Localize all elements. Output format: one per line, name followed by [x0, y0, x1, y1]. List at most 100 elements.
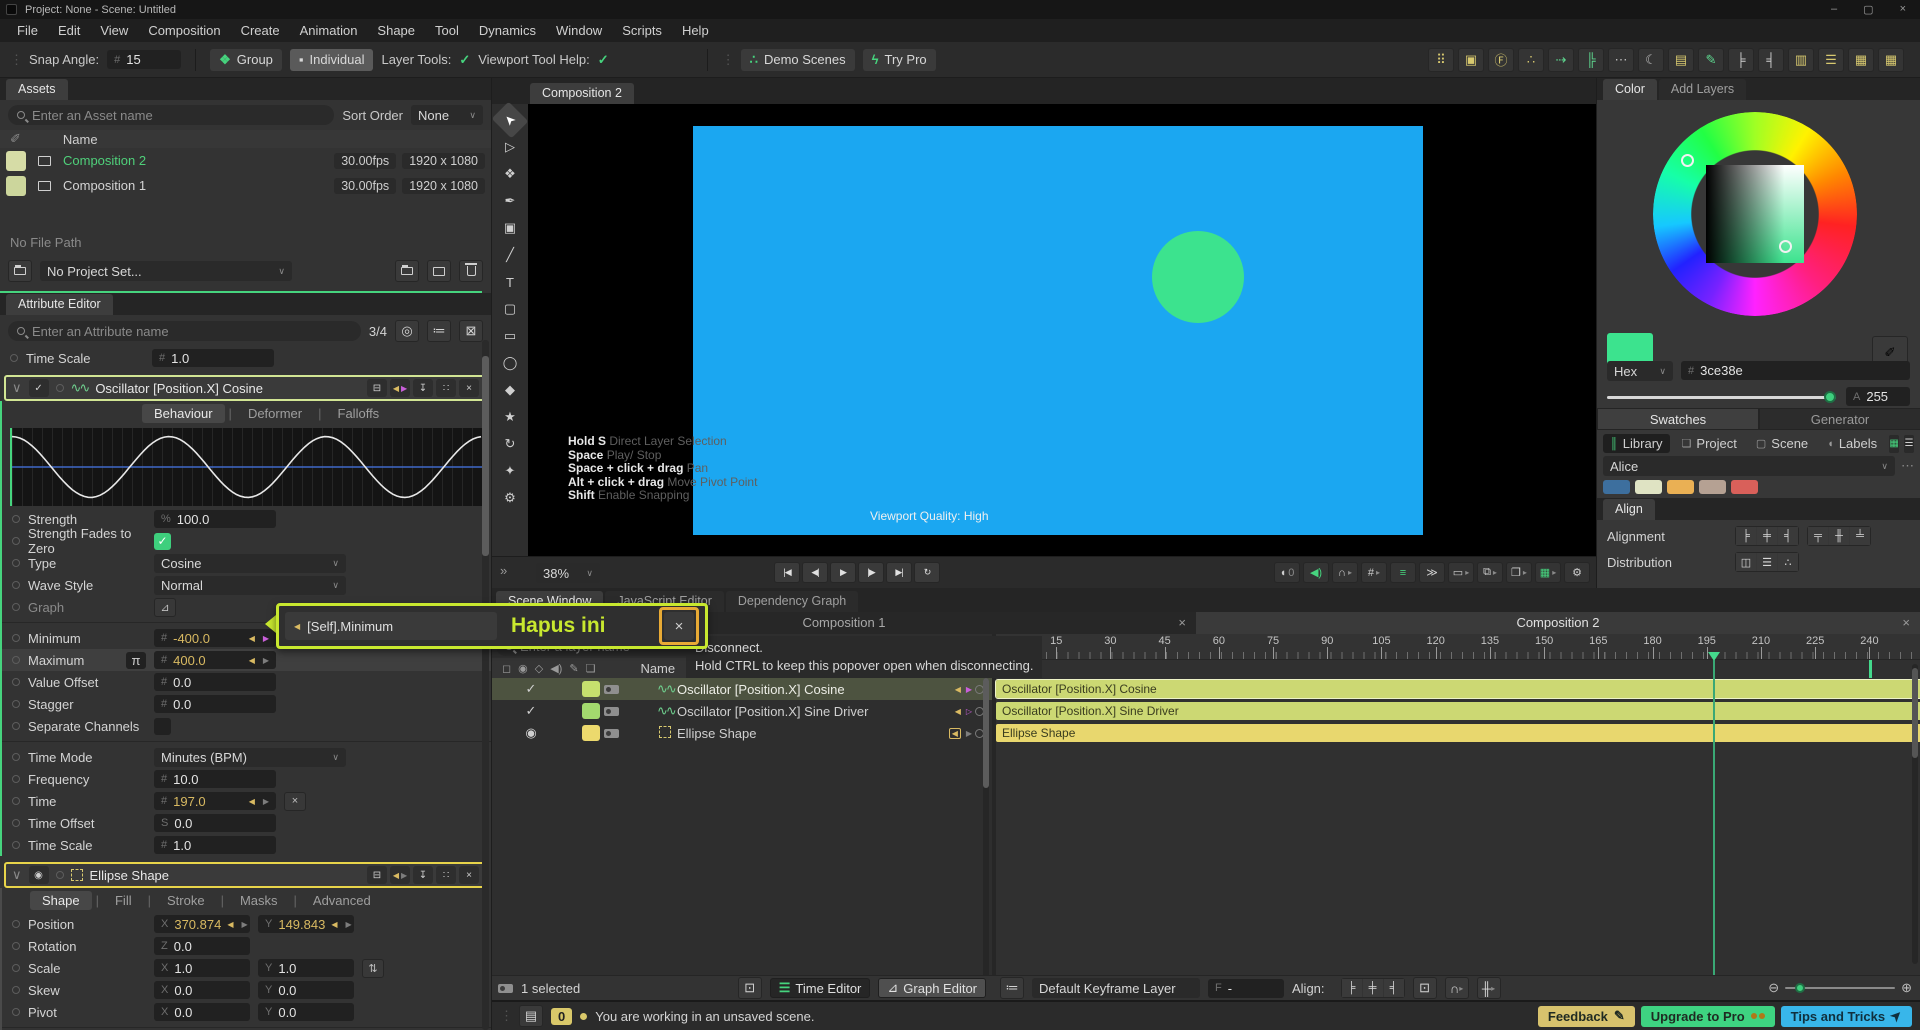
menu-scripts[interactable]: Scripts — [613, 21, 671, 40]
dropdown[interactable]: Minutes (BPM) ∨ — [154, 747, 346, 767]
keyframe-layer-icon[interactable]: ≔ — [1000, 977, 1024, 999]
box-icon[interactable]: ▣ — [1458, 47, 1484, 72]
more-tools-chevron[interactable]: » — [500, 563, 507, 578]
viewport-settings-icon[interactable]: ⚙ — [1564, 562, 1590, 583]
value-field[interactable]: Y 149.843 ◀ ▶ — [258, 915, 354, 933]
toolbar-grip-2[interactable]: ⋮ — [722, 52, 735, 68]
scatter-icon[interactable]: ∴ — [1518, 47, 1544, 72]
grid-icon[interactable]: ▦ — [1848, 47, 1874, 72]
tab-assets[interactable]: Assets — [6, 79, 68, 100]
statusbar-grip[interactable]: ⋮ — [500, 1008, 513, 1024]
viewport-tab-composition-2[interactable]: Composition 2 — [530, 83, 634, 104]
keyframe-dot[interactable] — [55, 384, 64, 392]
layer-row[interactable]: ✓ ∿∿ Oscillator [Position.X] Sine Driver ◀ ▷ — [492, 700, 992, 722]
grid-overlay-icon[interactable]: # ▸ — [1361, 562, 1387, 583]
close-button[interactable]: × — [1900, 3, 1906, 16]
console-count-badge[interactable]: 0 — [551, 1007, 573, 1025]
asset-color-swatch[interactable] — [6, 175, 26, 196]
folder-icon[interactable] — [395, 260, 419, 282]
columns-icon[interactable]: ▥ — [1788, 47, 1814, 72]
time-editor-button[interactable]: ☰ Time Editor — [769, 978, 871, 998]
dots-grid-icon[interactable]: ⠿ — [1428, 47, 1454, 72]
direct-select-tool-icon[interactable]: ▷ — [496, 135, 524, 159]
stack-icon[interactable]: ⧉ ▸ — [1477, 562, 1503, 583]
settings-tool-icon[interactable]: ⚙ — [496, 486, 524, 510]
keyframe-dot[interactable] — [12, 559, 20, 567]
keyframe-prev-icon[interactable]: ◀ — [227, 920, 233, 929]
color-mode-dropdown[interactable]: Hex ∨ — [1607, 361, 1673, 381]
value-field[interactable]: #10.0 — [154, 770, 276, 788]
tab-composition-2[interactable]: Composition 2 × — [1196, 612, 1920, 634]
scrollbar[interactable] — [1912, 664, 1918, 964]
text-tool-icon[interactable]: T — [496, 270, 524, 294]
connection-popover[interactable]: ◀ [Self].Minimum Hapus ini × — [276, 603, 708, 649]
tab-color[interactable]: Color — [1603, 79, 1657, 100]
clear-search-icon[interactable]: ⊠ — [459, 320, 483, 342]
keyframe-dot[interactable] — [12, 775, 20, 783]
layout-icon[interactable]: ≡ — [1390, 562, 1416, 583]
picker-icon[interactable]: ✎ — [569, 662, 578, 675]
tab-align[interactable]: Align — [1603, 499, 1655, 520]
frame-field[interactable]: F- — [1208, 978, 1284, 998]
select-tool-icon[interactable]: ➤ — [491, 101, 529, 139]
timeline-bar[interactable]: Ellipse Shape — [996, 724, 1920, 742]
pen-icon[interactable]: ✎ — [1698, 47, 1724, 72]
scrollbar[interactable] — [983, 678, 989, 978]
toolbar-grip[interactable]: ⋮ — [10, 52, 23, 68]
camera-tool-icon[interactable]: ▣ — [496, 216, 524, 240]
keyframe-dot[interactable] — [12, 678, 20, 686]
tips-and-tricks-button[interactable]: Tips and Tricks ➤ — [1780, 1005, 1912, 1027]
value-field[interactable]: #400.0 ◀ ▶ — [154, 651, 276, 669]
value-field[interactable]: X 370.874 ◀ ▶ — [154, 915, 250, 933]
palette-swatch[interactable] — [1667, 480, 1694, 494]
align-icon[interactable]: ╧ — [1850, 527, 1870, 545]
pi-badge[interactable]: π — [126, 651, 146, 669]
asset-row[interactable]: Composition 2 30.00fps 1920 x 1080 — [0, 148, 491, 173]
layer-row[interactable]: ◉ Ellipse Shape ◀ ▶ — [492, 722, 992, 744]
ellipsis-icon[interactable]: ⋯ — [1608, 47, 1634, 72]
sort-order-dropdown[interactable]: None ∨ — [411, 105, 483, 125]
value-field[interactable]: #197.0 ◀ ▶ — [154, 792, 276, 810]
chevron-down-icon[interactable]: ∨ — [12, 867, 22, 883]
color-wheel[interactable] — [1653, 112, 1857, 316]
dock-icon[interactable]: ⊡ — [737, 977, 762, 999]
value-field[interactable]: X 0.0 — [154, 981, 250, 999]
keyframe-dot[interactable] — [12, 581, 20, 589]
menu-edit[interactable]: Edit — [49, 21, 89, 40]
value-field[interactable]: # -400.0 ◀ ▶ — [154, 629, 276, 647]
keyframe-prev-icon[interactable]: ◀ — [948, 727, 961, 739]
box-select-icon[interactable]: ⊡ — [1412, 977, 1437, 999]
align-right-icon[interactable]: ╡ — [1758, 47, 1784, 72]
loop-button[interactable]: ↻ — [914, 562, 940, 583]
checker-icon[interactable]: ▦ ▸ — [1535, 562, 1561, 583]
lock-icon[interactable]: ◻ — [502, 662, 511, 675]
frame-f-icon[interactable]: Ⓕ — [1488, 47, 1514, 72]
value-field[interactable]: #1.0 — [152, 349, 274, 367]
timeline-bar[interactable]: Oscillator [Position.X] Cosine — [995, 679, 1920, 699]
menu-view[interactable]: View — [91, 21, 137, 40]
polygon-tool-icon[interactable]: ◆ — [496, 378, 524, 402]
keyframe-dot[interactable] — [12, 603, 20, 611]
tab-deformer[interactable]: Deformer — [236, 404, 314, 423]
tab-behaviour[interactable]: Behaviour — [142, 404, 225, 423]
ruler-icon[interactable]: ▤ — [1668, 47, 1694, 72]
feedback-button[interactable]: Feedback ✎ — [1537, 1005, 1635, 1027]
keyframe-dot[interactable] — [12, 515, 20, 523]
keyframe-dot[interactable] — [12, 986, 20, 994]
connected-attribute-field[interactable]: ◀ [Self].Minimum — [285, 612, 497, 640]
duplicate-icon[interactable]: ❐ ▸ — [1506, 562, 1532, 583]
keyframe-layer-dropdown[interactable]: Default Keyframe Layer — [1032, 978, 1200, 998]
bounds-icon[interactable]: ▭ ▸ — [1448, 562, 1474, 583]
pen-tool-icon[interactable]: ✒ — [496, 189, 524, 213]
frame-tag-icon[interactable]: ◖ 0 — [1274, 562, 1300, 583]
value-field[interactable]: #1.0 — [154, 836, 276, 854]
snap-icon[interactable]: ∩ ▸ — [1444, 977, 1469, 999]
frame-icon[interactable] — [427, 260, 451, 282]
visibility-icon[interactable]: ◉ — [28, 866, 49, 884]
align-left-icon[interactable]: ╞ — [1341, 979, 1362, 997]
try-pro-button[interactable]: ϟ Try Pro — [862, 48, 936, 71]
timeline-ruler[interactable]: 0153045607590105120135150165180195210225… — [996, 634, 1920, 660]
layer-color-swatch[interactable] — [582, 703, 600, 719]
subtab-swatches[interactable]: Swatches — [1597, 408, 1759, 430]
keyframe-dot[interactable] — [12, 1008, 20, 1016]
